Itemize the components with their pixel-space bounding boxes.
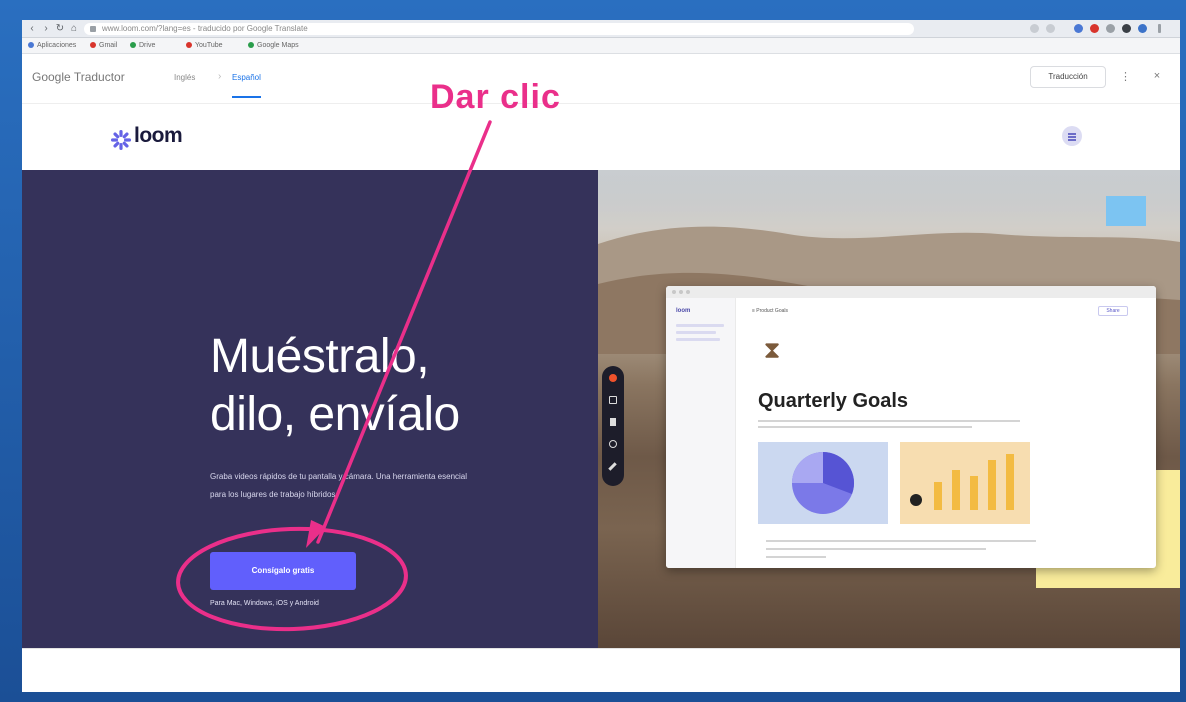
loom-header: loom <box>22 104 1180 170</box>
drive-icon <box>130 42 136 49</box>
record-icon[interactable] <box>609 374 617 382</box>
extension-icon[interactable] <box>1106 24 1115 33</box>
hero-panel: Muéstralo, dilo, envíalo Graba videos rá… <box>22 170 598 648</box>
screenshot-frame: ‹ › ↻ ⌂ www.loom.com/?lang=es - traducid… <box>0 0 1186 702</box>
bookmark-item[interactable]: YouTube <box>186 42 223 49</box>
hero-title-line: dilo, envíalo <box>210 388 460 441</box>
browser-toolbar: ‹ › ↻ ⌂ www.loom.com/?lang=es - traducid… <box>22 20 1180 38</box>
maps-icon <box>248 42 254 49</box>
tab-original-language[interactable]: Inglés <box>174 73 195 82</box>
youtube-icon <box>186 42 192 49</box>
pause-icon[interactable] <box>610 418 616 426</box>
mock-share-button: Share <box>1098 306 1128 316</box>
extension-icon[interactable] <box>1090 24 1099 33</box>
translate-title: Google Traductor <box>32 70 125 84</box>
get-loom-free-button[interactable]: Consígalo gratis <box>210 552 356 590</box>
hamburger-menu-icon[interactable] <box>1062 126 1082 146</box>
bookmark-item[interactable]: Aplicaciones <box>28 42 76 49</box>
menu-icon[interactable] <box>1158 24 1161 33</box>
bookmarks-bar: Aplicaciones Gmail Drive YouTube Google … <box>22 38 1180 54</box>
show-original-button[interactable]: Traducción <box>1030 66 1106 88</box>
platforms-text: Para Mac, Windows, iOS y Android <box>210 600 319 607</box>
translate-bar: Google Traductor Inglés › Español Traduc… <box>22 54 1180 104</box>
hero-title-line: Muéstralo, <box>210 330 430 383</box>
mock-heading: Quarterly Goals <box>758 390 909 412</box>
loom-logo-icon[interactable] <box>110 125 132 155</box>
home-icon[interactable]: ⌂ <box>68 23 80 35</box>
mock-logo: loom <box>676 308 691 314</box>
bookmark-item[interactable]: Gmail <box>90 42 117 49</box>
undo-icon[interactable] <box>609 396 617 404</box>
close-icon[interactable]: × <box>1152 70 1162 84</box>
address-bar[interactable]: www.loom.com/?lang=es - traducido por Go… <box>84 23 914 35</box>
address-text: www.loom.com/?lang=es - traducido por Go… <box>102 24 308 33</box>
extension-icon[interactable] <box>1046 24 1055 33</box>
mock-sidebar: loom <box>666 298 736 568</box>
forward-icon[interactable]: › <box>40 23 52 35</box>
pie-chart-icon <box>792 452 855 514</box>
recording-toolbar <box>602 366 624 486</box>
gmail-icon <box>90 42 96 49</box>
tab-translated-language[interactable]: Español <box>232 73 261 98</box>
bookmark-item[interactable]: Google Maps <box>248 42 299 49</box>
product-screenshot-window: loom ≡ Product Goals Share ⧗ Quarterly G… <box>666 286 1156 568</box>
pie-chart-card <box>758 442 888 524</box>
extension-icon[interactable] <box>1074 24 1083 33</box>
hero-description: Graba videos rápidos de tu pantalla y cá… <box>210 472 468 499</box>
language-separator-icon: › <box>218 71 222 82</box>
hero-title: Muéstralo, dilo, envíalo <box>210 328 590 444</box>
extension-icon[interactable] <box>1122 24 1131 33</box>
browser-window: ‹ › ↻ ⌂ www.loom.com/?lang=es - traducid… <box>22 20 1180 692</box>
delete-icon[interactable] <box>609 440 617 448</box>
apps-icon <box>28 42 34 49</box>
extension-icon[interactable] <box>1030 24 1039 33</box>
back-icon[interactable]: ‹ <box>26 23 38 35</box>
annotation-label: Dar clic <box>430 78 561 116</box>
bar-chart-card <box>900 442 1030 524</box>
sticky-note <box>1106 196 1146 226</box>
mock-breadcrumb: ≡ Product Goals <box>752 308 788 314</box>
page-bottom <box>22 648 1180 692</box>
hero-section: Muéstralo, dilo, envíalo Graba videos rá… <box>22 170 1180 648</box>
reload-icon[interactable]: ↻ <box>54 23 66 35</box>
grid-icon[interactable]: ⋮ <box>1120 70 1131 84</box>
hourglass-icon: ⧗ <box>763 337 781 364</box>
bookmark-item[interactable]: Drive <box>130 42 155 49</box>
profile-icon[interactable] <box>1138 24 1147 33</box>
bar-chart-icon <box>910 454 1014 510</box>
loom-logo-text[interactable]: loom <box>134 124 183 148</box>
pen-icon[interactable] <box>608 462 617 471</box>
lock-icon <box>90 26 96 32</box>
